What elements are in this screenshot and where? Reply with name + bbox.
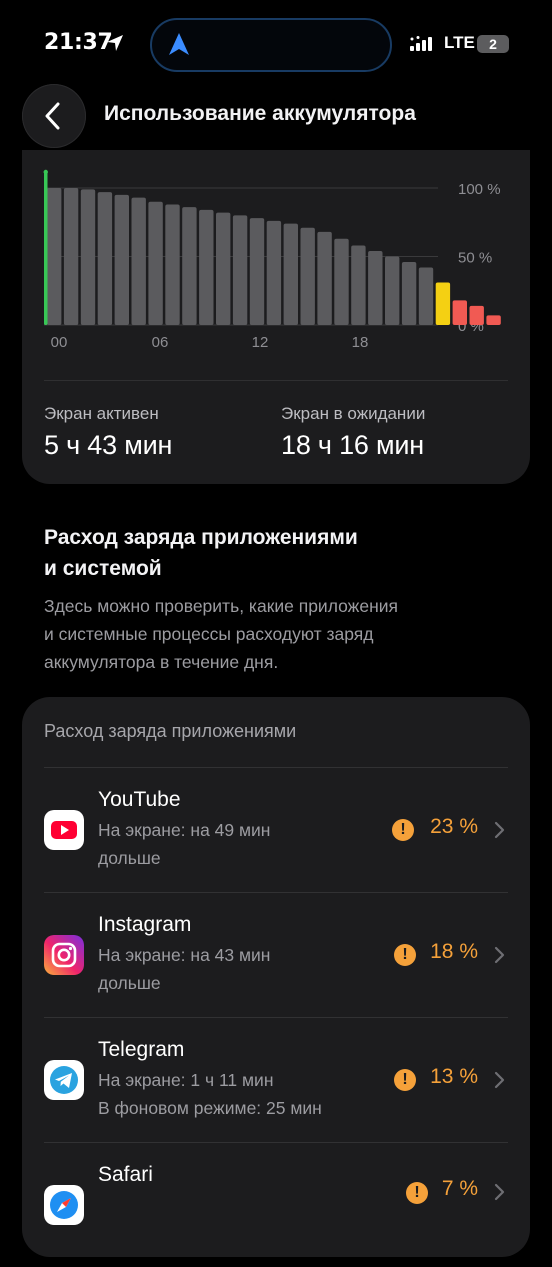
x-tick-label: 00 bbox=[51, 334, 68, 351]
chevron-left-icon bbox=[45, 102, 60, 130]
battery-bar bbox=[401, 261, 417, 325]
app-row-telegram[interactable]: Telegram На экране: 1 ч 11 мин В фоновом… bbox=[22, 1018, 530, 1142]
battery-bar bbox=[300, 227, 315, 325]
app-usage-card: Расход заряда приложениями YouTube На эк… bbox=[22, 697, 530, 1257]
screen-on-label: Экран активен bbox=[44, 404, 159, 423]
chevron-right-icon bbox=[494, 946, 505, 964]
location-arrow-icon bbox=[107, 35, 123, 51]
safari-icon bbox=[44, 1185, 84, 1225]
x-tick-label: 12 bbox=[252, 334, 269, 351]
section-desc-line1: Здесь можно проверить, какие приложения bbox=[44, 596, 398, 616]
battery-bar bbox=[232, 215, 248, 325]
page-title: Использование аккумулятора bbox=[104, 102, 416, 125]
battery-bar bbox=[216, 212, 231, 325]
section-desc-line2: и системные процессы расходуют заряд bbox=[44, 624, 374, 644]
app-detail-line1: На экране: на 43 мин bbox=[98, 945, 271, 965]
section-description: Здесь можно проверить, какие приложения … bbox=[44, 592, 514, 676]
battery-bar bbox=[469, 305, 484, 325]
x-tick-label: 18 bbox=[352, 334, 369, 351]
chevron-right-icon bbox=[494, 1183, 505, 1201]
battery-level-chart[interactable]: 100 %50 %0 %00 06 12 18 bbox=[22, 150, 530, 360]
battery-bar bbox=[148, 201, 163, 325]
app-name: Safari bbox=[98, 1163, 153, 1186]
app-detail-line1: На экране: 1 ч 11 мин bbox=[98, 1070, 274, 1090]
battery-bar bbox=[80, 189, 96, 325]
app-percent: 18 % bbox=[430, 940, 478, 963]
battery-bar bbox=[385, 256, 400, 325]
chevron-right-icon bbox=[494, 1071, 505, 1089]
battery-bar bbox=[97, 192, 113, 325]
section-desc-line3: аккумулятора в течение дня. bbox=[44, 652, 279, 672]
app-detail: На экране: 1 ч 11 мин В фоновом режиме: … bbox=[98, 1066, 388, 1122]
app-detail-line1: На экране: на 49 мин bbox=[98, 820, 271, 840]
status-bar: 21:37 LTE 2 bbox=[0, 0, 552, 90]
cell-signal-icon bbox=[410, 36, 432, 51]
status-time: 21:37 bbox=[44, 30, 113, 55]
app-name: Instagram bbox=[98, 913, 192, 936]
battery-bar bbox=[165, 204, 180, 325]
section-title: Расход заряда приложениями и системой bbox=[44, 522, 464, 584]
y-tick-label: 100 % bbox=[458, 181, 501, 198]
screen-off-label: Экран в ожидании bbox=[281, 404, 426, 423]
app-percent: 7 % bbox=[441, 1177, 478, 1200]
battery-bar bbox=[283, 223, 298, 325]
battery-bar bbox=[351, 245, 366, 325]
app-row-youtube[interactable]: YouTube На экране: на 49 мин дольше ! 23… bbox=[22, 768, 530, 892]
app-detail-line2: дольше bbox=[98, 973, 161, 993]
app-row-safari[interactable]: Safari ! 7 % bbox=[22, 1143, 530, 1267]
battery-chart-card: 100 % 50 % 0 % 00 06 12 18 Экран активен 5 ч 4… bbox=[22, 150, 530, 484]
telegram-icon bbox=[44, 1060, 84, 1100]
instagram-icon bbox=[44, 935, 84, 975]
battery-bar bbox=[63, 188, 79, 325]
app-usage-header: Расход заряда приложениями bbox=[44, 721, 297, 741]
battery-bar bbox=[486, 315, 501, 325]
card-divider bbox=[44, 380, 508, 381]
app-row-instagram[interactable]: Instagram На экране: на 43 мин дольше ! … bbox=[22, 893, 530, 1017]
battery-bar bbox=[249, 218, 265, 325]
battery-bar bbox=[435, 282, 451, 325]
battery-bar bbox=[266, 220, 282, 325]
network-type: LTE bbox=[444, 33, 475, 52]
dynamic-island[interactable] bbox=[150, 18, 392, 72]
screen-off-value: 18 ч 16 мин bbox=[281, 430, 424, 460]
back-button[interactable] bbox=[22, 84, 86, 148]
app-name: YouTube bbox=[98, 788, 181, 811]
app-detail-line2: дольше bbox=[98, 848, 161, 868]
screen-on-value: 5 ч 43 мин bbox=[44, 430, 173, 460]
battery-bar bbox=[452, 300, 467, 325]
youtube-icon bbox=[44, 810, 84, 850]
navigation-arrow-icon bbox=[169, 33, 189, 55]
section-title-line1: Расход заряда приложениями bbox=[44, 526, 358, 549]
charging-marker bbox=[44, 172, 48, 325]
app-percent: 23 % bbox=[430, 815, 478, 838]
app-detail: На экране: на 49 мин дольше bbox=[98, 816, 388, 872]
app-name: Telegram bbox=[98, 1038, 185, 1061]
battery-bar bbox=[368, 251, 383, 325]
chevron-right-icon bbox=[494, 821, 505, 839]
y-tick-label: 50 % bbox=[458, 250, 492, 267]
charging-dot bbox=[43, 169, 48, 175]
battery-bar bbox=[47, 188, 62, 325]
sim-badge: 2 bbox=[477, 35, 509, 53]
section-title-line2: и системой bbox=[44, 557, 162, 580]
app-percent: 13 % bbox=[430, 1065, 478, 1088]
battery-bar bbox=[114, 194, 129, 325]
battery-bar bbox=[418, 267, 434, 325]
x-tick-label: 06 bbox=[152, 334, 169, 351]
battery-bar bbox=[182, 207, 197, 325]
battery-bar bbox=[131, 197, 146, 325]
battery-bar bbox=[334, 238, 349, 325]
battery-bar bbox=[317, 231, 332, 325]
battery-bar bbox=[199, 209, 214, 325]
app-detail-line2: В фоновом режиме: 25 мин bbox=[98, 1098, 322, 1118]
app-detail: На экране: на 43 мин дольше bbox=[98, 941, 388, 997]
